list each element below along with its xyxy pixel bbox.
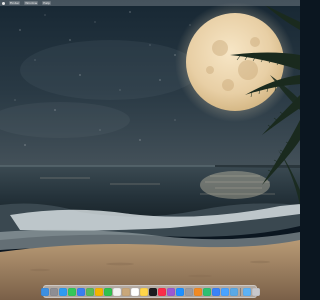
dock-separator bbox=[239, 287, 241, 296]
reminders-icon[interactable] bbox=[130, 287, 139, 296]
photos-icon[interactable] bbox=[94, 287, 103, 296]
menu-item-window[interactable]: Window bbox=[24, 1, 39, 5]
contacts-icon[interactable] bbox=[121, 287, 130, 296]
facetime-icon[interactable] bbox=[103, 287, 112, 296]
apple-menu-icon[interactable] bbox=[2, 1, 5, 5]
app-store-icon[interactable] bbox=[175, 287, 184, 296]
trash-icon[interactable] bbox=[251, 287, 260, 296]
keynote-icon[interactable] bbox=[211, 287, 220, 296]
safari-icon[interactable] bbox=[58, 287, 67, 296]
dock bbox=[40, 285, 260, 298]
tv-icon[interactable] bbox=[148, 287, 157, 296]
preview-icon[interactable] bbox=[229, 287, 238, 296]
launchpad-icon[interactable] bbox=[49, 287, 58, 296]
menu-item-finder[interactable]: Finder bbox=[9, 1, 21, 5]
podcasts-icon[interactable] bbox=[166, 287, 175, 296]
system-settings-icon[interactable] bbox=[184, 287, 193, 296]
mail-icon[interactable] bbox=[76, 287, 85, 296]
calendar-icon[interactable] bbox=[112, 287, 121, 296]
maps-icon[interactable] bbox=[85, 287, 94, 296]
desktop-wallpaper bbox=[0, 0, 300, 300]
messages-icon[interactable] bbox=[67, 287, 76, 296]
xcode-icon[interactable] bbox=[220, 287, 229, 296]
numbers-icon[interactable] bbox=[202, 287, 211, 296]
music-icon[interactable] bbox=[157, 287, 166, 296]
downloads-folder-icon[interactable] bbox=[242, 287, 251, 296]
pages-icon[interactable] bbox=[193, 287, 202, 296]
menu-bar: Finder Window Help bbox=[0, 0, 300, 6]
menu-item-help[interactable]: Help bbox=[42, 1, 51, 5]
finder-icon[interactable] bbox=[40, 287, 49, 296]
notes-icon[interactable] bbox=[139, 287, 148, 296]
